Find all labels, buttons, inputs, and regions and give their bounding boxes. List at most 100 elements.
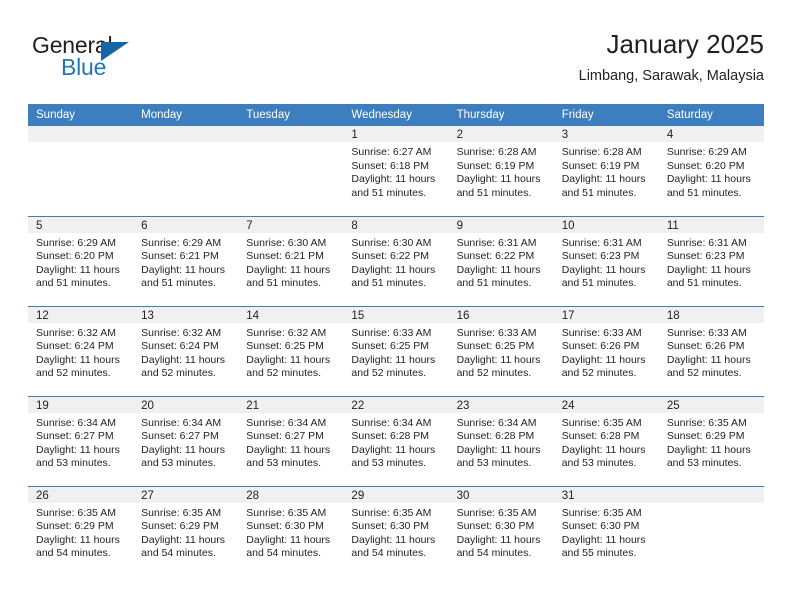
day-number: 17 <box>553 306 659 323</box>
calendar-week-row: 26 Sunrise: 6:35 AM Sunset: 6:29 PM Dayligh… <box>28 485 764 576</box>
calendar-day-cell[interactable]: 26 Sunrise: 6:35 AM Sunset: 6:29 PM Dayligh… <box>28 485 134 576</box>
day-info: Sunrise: 6:32 AM Sunset: 6:25 PM Daylight:… <box>238 323 343 381</box>
calendar-page: General Blue January 2025 Limbang, Saraw… <box>0 0 792 612</box>
day-number: 29 <box>343 486 449 503</box>
day-info: Sunrise: 6:35 AM Sunset: 6:29 PM Daylight:… <box>133 503 238 561</box>
sunset-text: Sunset: 6:20 PM <box>666 159 745 172</box>
day-number: 30 <box>448 486 554 503</box>
calendar-day-cell[interactable]: 3 Sunrise: 6:28 AM Sunset: 6:19 PM Daylight… <box>553 126 659 216</box>
brand-logo[interactable]: General Blue <box>28 32 258 90</box>
calendar-day-cell[interactable]: 4 Sunrise: 6:29 AM Sunset: 6:20 PM Daylight… <box>658 126 764 216</box>
daylight-text-line2: and 52 minutes. <box>246 367 321 380</box>
daylight-text-line2: and 54 minutes. <box>141 547 216 560</box>
daylight-text-line2: and 54 minutes. <box>246 547 321 560</box>
sunrise-text: Sunrise: 6:31 AM <box>561 236 642 249</box>
calendar-day-cell[interactable]: 6 Sunrise: 6:29 AM Sunset: 6:21 PM Daylight… <box>133 215 239 306</box>
day-info: Sunrise: 6:35 AM Sunset: 6:30 PM Daylight:… <box>238 503 343 561</box>
daylight-text-line2: and 51 minutes. <box>456 277 532 290</box>
calendar-day-cell[interactable]: 8 Sunrise: 6:30 AM Sunset: 6:22 PM Daylight… <box>343 215 449 306</box>
calendar-day-cell[interactable]: 12 Sunrise: 6:32 AM Sunset: 6:24 PM Dayligh… <box>28 305 134 396</box>
calendar-day-cell[interactable]: 2 Sunrise: 6:28 AM Sunset: 6:19 PM Daylight… <box>448 126 554 216</box>
sunrise-text: Sunrise: 6:32 AM <box>36 326 116 339</box>
day-info: Sunrise: 6:33 AM Sunset: 6:26 PM Daylight:… <box>659 323 764 381</box>
sunrise-text: Sunrise: 6:33 AM <box>561 326 642 339</box>
calendar-day-cell-empty <box>238 126 344 216</box>
calendar-day-cell[interactable]: 5 Sunrise: 6:29 AM Sunset: 6:20 PM Daylight… <box>28 215 134 306</box>
sunset-text: Sunset: 6:22 PM <box>456 250 535 263</box>
daylight-text-line2: and 53 minutes. <box>666 457 742 470</box>
day-info: Sunrise: 6:35 AM Sunset: 6:28 PM Daylight:… <box>554 413 659 471</box>
sunset-text: Sunset: 6:23 PM <box>561 250 640 263</box>
calendar-day-cell[interactable]: 9 Sunrise: 6:31 AM Sunset: 6:22 PM Daylight… <box>448 215 554 306</box>
calendar-day-cell[interactable]: 1 Sunrise: 6:27 AM Sunset: 6:18 PM Daylight… <box>343 126 449 216</box>
sunset-text: Sunset: 6:27 PM <box>141 430 219 443</box>
calendar-day-cell[interactable]: 22 Sunrise: 6:34 AM Sunset: 6:28 PM Dayligh… <box>343 395 449 486</box>
calendar-day-cell[interactable]: 15 Sunrise: 6:33 AM Sunset: 6:25 PM Dayligh… <box>343 305 449 396</box>
day-info: Sunrise: 6:35 AM Sunset: 6:30 PM Daylight:… <box>343 503 448 561</box>
calendar-day-cell[interactable]: 17 Sunrise: 6:33 AM Sunset: 6:26 PM Dayligh… <box>553 305 659 396</box>
daylight-text-line1: Daylight: 11 hours <box>246 533 331 546</box>
calendar-day-cell[interactable]: 30 Sunrise: 6:35 AM Sunset: 6:30 PM Dayligh… <box>448 485 554 576</box>
sunrise-text: Sunrise: 6:35 AM <box>351 506 432 519</box>
day-number: 13 <box>133 306 239 323</box>
day-number: 6 <box>133 216 239 233</box>
daylight-text-line2: and 51 minutes. <box>351 186 427 199</box>
weekday-header-tuesday: Tuesday <box>238 104 344 126</box>
day-info: Sunrise: 6:34 AM Sunset: 6:27 PM Daylight:… <box>238 413 343 471</box>
sunrise-text: Sunrise: 6:35 AM <box>561 506 642 519</box>
calendar-day-cell[interactable]: 23 Sunrise: 6:34 AM Sunset: 6:28 PM Dayligh… <box>448 395 554 486</box>
calendar-day-cell-empty <box>133 126 239 216</box>
calendar-day-cell[interactable]: 11 Sunrise: 6:31 AM Sunset: 6:23 PM Dayligh… <box>658 215 764 306</box>
calendar-day-cell[interactable]: 21 Sunrise: 6:34 AM Sunset: 6:27 PM Dayligh… <box>238 395 344 486</box>
daylight-text-line2: and 52 minutes. <box>141 367 216 380</box>
sunrise-text: Sunrise: 6:33 AM <box>351 326 432 339</box>
daylight-text-line1: Daylight: 11 hours <box>36 353 120 366</box>
sunrise-text: Sunrise: 6:29 AM <box>36 236 116 249</box>
daylight-text-line2: and 51 minutes. <box>561 277 637 290</box>
daylight-text-line1: Daylight: 11 hours <box>351 353 436 366</box>
calendar-day-cell[interactable]: 29 Sunrise: 6:35 AM Sunset: 6:30 PM Dayligh… <box>343 485 449 576</box>
calendar-day-cell[interactable]: 7 Sunrise: 6:30 AM Sunset: 6:21 PM Daylight… <box>238 215 344 306</box>
calendar-day-cell[interactable]: 28 Sunrise: 6:35 AM Sunset: 6:30 PM Dayligh… <box>238 485 344 576</box>
day-number: 23 <box>448 396 554 413</box>
calendar-week-row: 12 Sunrise: 6:32 AM Sunset: 6:24 PM Dayligh… <box>28 305 764 396</box>
sunrise-text: Sunrise: 6:34 AM <box>36 416 116 429</box>
daylight-text-line2: and 52 minutes. <box>456 367 532 380</box>
sunset-text: Sunset: 6:18 PM <box>351 159 430 172</box>
daylight-text-line1: Daylight: 11 hours <box>141 443 225 456</box>
calendar-day-cell[interactable]: 14 Sunrise: 6:32 AM Sunset: 6:25 PM Dayligh… <box>238 305 344 396</box>
calendar-day-cell[interactable]: 13 Sunrise: 6:32 AM Sunset: 6:24 PM Dayligh… <box>133 305 239 396</box>
daylight-text-line1: Daylight: 11 hours <box>141 533 225 546</box>
brand-name-blue: Blue <box>61 54 107 80</box>
calendar-day-cell[interactable]: 19 Sunrise: 6:34 AM Sunset: 6:27 PM Dayligh… <box>28 395 134 486</box>
day-number: 4 <box>658 126 764 142</box>
daylight-text-line1: Daylight: 11 hours <box>666 353 751 366</box>
calendar-day-cell[interactable]: 24 Sunrise: 6:35 AM Sunset: 6:28 PM Dayligh… <box>553 395 659 486</box>
daylight-text-line1: Daylight: 11 hours <box>561 173 646 186</box>
calendar-day-cell[interactable]: 20 Sunrise: 6:34 AM Sunset: 6:27 PM Dayligh… <box>133 395 239 486</box>
sunset-text: Sunset: 6:28 PM <box>561 430 640 443</box>
calendar-day-cell[interactable]: 31 Sunrise: 6:35 AM Sunset: 6:30 PM Dayligh… <box>553 485 659 576</box>
daylight-text-line1: Daylight: 11 hours <box>351 263 436 276</box>
page-subtitle: Limbang, Sarawak, Malaysia <box>578 68 764 84</box>
calendar-day-cell[interactable]: 27 Sunrise: 6:35 AM Sunset: 6:29 PM Dayligh… <box>133 485 239 576</box>
sunrise-text: Sunrise: 6:31 AM <box>666 236 747 249</box>
sunset-text: Sunset: 6:26 PM <box>561 340 640 353</box>
calendar-day-cell[interactable]: 25 Sunrise: 6:35 AM Sunset: 6:29 PM Dayligh… <box>658 395 764 486</box>
weekday-header-saturday: Saturday <box>658 104 764 126</box>
sunrise-text: Sunrise: 6:29 AM <box>666 146 747 158</box>
sunset-text: Sunset: 6:21 PM <box>141 250 219 263</box>
day-number: 24 <box>553 396 659 413</box>
sunrise-text: Sunrise: 6:31 AM <box>456 236 537 249</box>
day-info: Sunrise: 6:33 AM Sunset: 6:26 PM Daylight:… <box>554 323 659 381</box>
daylight-text-line2: and 52 minutes. <box>561 367 637 380</box>
day-info: Sunrise: 6:27 AM Sunset: 6:18 PM Daylight:… <box>343 142 448 200</box>
daylight-text-line2: and 53 minutes. <box>141 457 216 470</box>
calendar-day-cell[interactable]: 18 Sunrise: 6:33 AM Sunset: 6:26 PM Dayligh… <box>658 305 764 396</box>
day-number: 11 <box>658 216 764 233</box>
calendar-week-row: 19 Sunrise: 6:34 AM Sunset: 6:27 PM Dayligh… <box>28 395 764 486</box>
day-number: 28 <box>238 486 344 503</box>
daylight-text-line2: and 51 minutes. <box>561 186 637 199</box>
calendar-day-cell[interactable]: 16 Sunrise: 6:33 AM Sunset: 6:25 PM Dayligh… <box>448 305 554 396</box>
calendar-day-cell[interactable]: 10 Sunrise: 6:31 AM Sunset: 6:23 PM Dayligh… <box>553 215 659 306</box>
